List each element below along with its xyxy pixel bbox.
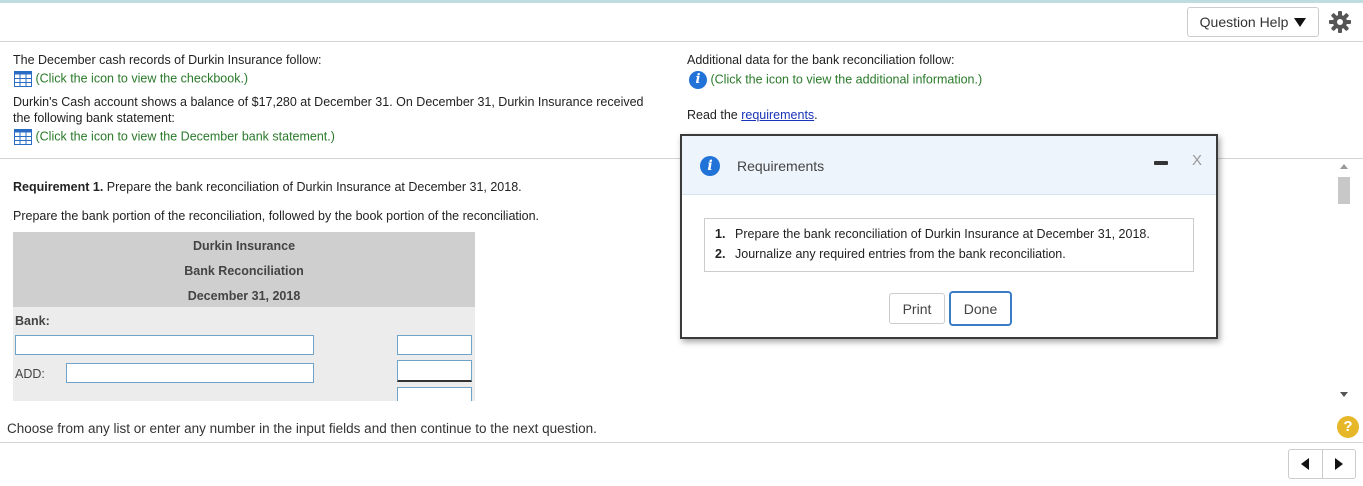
add-label: ADD: bbox=[15, 367, 45, 381]
checkbook-link-text: (Click the icon to view the checkbook.) bbox=[35, 71, 249, 86]
done-button[interactable]: Done bbox=[949, 291, 1012, 326]
dialog-header: i Requirements X bbox=[682, 136, 1216, 195]
question-help-label: Question Help bbox=[1199, 14, 1289, 30]
requirements-dialog: i Requirements X 1. Prepare the bank reco… bbox=[680, 134, 1218, 339]
bank-description-input[interactable] bbox=[15, 335, 314, 355]
table-icon bbox=[14, 129, 32, 145]
vertical-scrollbar[interactable] bbox=[1336, 160, 1352, 401]
item-number: 2. bbox=[715, 247, 726, 261]
statement-title: Bank Reconciliation bbox=[184, 264, 304, 278]
print-button[interactable]: Print bbox=[889, 293, 945, 324]
footer-instruction: Choose from any list or enter any number… bbox=[7, 421, 597, 436]
bank-label: Bank: bbox=[15, 314, 50, 328]
requirement-1-label: Requirement 1. bbox=[13, 180, 104, 194]
info-icon: i bbox=[689, 71, 707, 89]
additional-info-link-text: (Click the icon to view the additional i… bbox=[710, 72, 983, 87]
dialog-title: Requirements bbox=[737, 158, 825, 174]
requirement-1-text: Prepare the bank reconciliation of Durki… bbox=[106, 180, 522, 194]
question-navigation bbox=[1288, 449, 1356, 479]
footer-divider bbox=[0, 442, 1363, 443]
item-number: 1. bbox=[715, 227, 726, 241]
company-name: Durkin Insurance bbox=[192, 239, 296, 253]
list-item: 1. Prepare the bank reconciliation of Dur… bbox=[715, 227, 1150, 241]
header-divider bbox=[0, 41, 1363, 42]
reconciliation-body: Bank: ADD: bbox=[13, 307, 475, 401]
arrow-left-icon bbox=[1301, 458, 1310, 470]
question-help-button[interactable]: Question Help bbox=[1187, 7, 1319, 37]
top-accent-bar bbox=[0, 0, 1363, 3]
minimize-icon[interactable] bbox=[1154, 161, 1168, 165]
bank-statement-link[interactable]: (Click the icon to view the December ban… bbox=[14, 129, 335, 145]
info-icon: i bbox=[700, 156, 720, 176]
bank-amount-input[interactable] bbox=[397, 335, 472, 355]
requirements-list: 1. Prepare the bank reconciliation of Dur… bbox=[704, 218, 1194, 272]
add-description-input[interactable] bbox=[66, 363, 314, 383]
cash-records-intro: The December cash records of Durkin Insu… bbox=[13, 53, 322, 67]
reconciliation-header: Durkin Insurance Bank Reconciliation Dec… bbox=[13, 232, 475, 307]
previous-question-button[interactable] bbox=[1289, 450, 1322, 478]
checkbook-link[interactable]: (Click the icon to view the checkbook.) bbox=[14, 71, 248, 87]
next-amount-input[interactable] bbox=[397, 387, 472, 401]
next-question-button[interactable] bbox=[1321, 450, 1356, 478]
additional-data-intro: Additional data for the bank reconciliat… bbox=[687, 53, 955, 67]
item-text: Journalize any required entries from the… bbox=[735, 247, 1066, 261]
additional-info-link[interactable]: i (Click the icon to view the additional… bbox=[689, 71, 982, 89]
caret-down-icon bbox=[1294, 17, 1307, 27]
period-text: . bbox=[814, 108, 818, 122]
read-requirements-line: Read the requirements. bbox=[687, 108, 818, 122]
reconciliation-instruction: Prepare the bank portion of the reconcil… bbox=[13, 209, 540, 223]
statement-date: December 31, 2018 bbox=[187, 289, 301, 303]
balance-text-line1: Durkin's Cash account shows a balance of… bbox=[13, 95, 644, 109]
requirements-link[interactable]: requirements bbox=[741, 108, 814, 122]
arrow-right-icon bbox=[1334, 458, 1343, 470]
gear-icon[interactable] bbox=[1328, 10, 1352, 34]
bank-statement-link-text: (Click the icon to view the December ban… bbox=[35, 129, 335, 144]
table-icon bbox=[14, 71, 32, 87]
close-icon[interactable]: X bbox=[1192, 152, 1202, 169]
requirement-1-heading: Requirement 1. Prepare the bank reconcil… bbox=[13, 180, 522, 194]
add-amount-input[interactable] bbox=[397, 360, 472, 382]
list-item: 2. Journalize any required entries from t… bbox=[715, 247, 1066, 261]
balance-text-line2: the following bank statement: bbox=[13, 111, 175, 125]
help-icon[interactable]: ? bbox=[1337, 416, 1359, 438]
item-text: Prepare the bank reconciliation of Durki… bbox=[735, 227, 1150, 241]
read-the-text: Read the bbox=[687, 108, 738, 122]
